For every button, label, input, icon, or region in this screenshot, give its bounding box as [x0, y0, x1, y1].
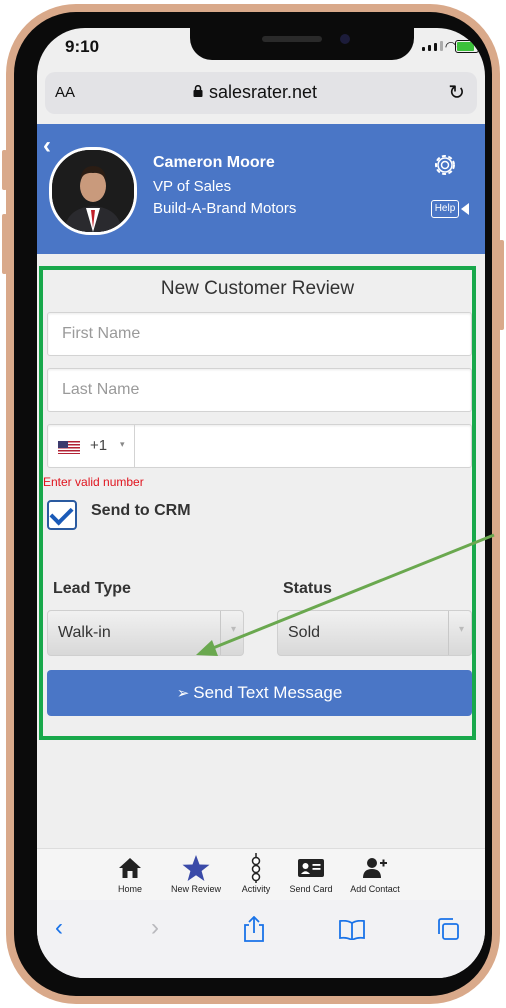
url-text: salesrater.net: [209, 82, 318, 102]
checkmark-icon: [49, 501, 74, 526]
send-to-crm-checkbox[interactable]: [47, 500, 77, 530]
lead-type-value: Walk-in: [58, 624, 111, 641]
profile-name: Cameron Moore: [153, 154, 275, 171]
lead-type-label: Lead Type: [53, 580, 131, 597]
phone-error: Enter valid number: [43, 475, 144, 489]
profile-photo: [52, 150, 134, 232]
reload-icon[interactable]: ↻: [448, 80, 465, 105]
status-time: 9:10: [65, 37, 100, 56]
first-name-placeholder: First Name: [62, 325, 141, 342]
form-title: New Customer Review: [160, 278, 355, 299]
tabs-icon[interactable]: [437, 918, 459, 940]
chevron-down-icon: ▾: [458, 624, 464, 635]
card-icon: [298, 859, 324, 877]
select-divider: [220, 611, 221, 655]
signal-icon: [422, 41, 443, 51]
avatar: [49, 147, 137, 235]
video-icon: [461, 203, 469, 215]
address-bar[interactable]: AA salesrater.net ↻: [45, 72, 477, 114]
nav-activity[interactable]: Activity: [233, 853, 279, 894]
bookmarks-icon[interactable]: [339, 920, 365, 940]
gear-icon[interactable]: [431, 151, 459, 179]
nav-label: Send Card: [289, 884, 333, 894]
star-icon: [182, 855, 210, 881]
browser-toolbar: ‹ ›: [37, 900, 485, 978]
chevron-down-icon: ▾: [230, 624, 236, 635]
nav-label: New Review: [170, 884, 221, 894]
lead-type-select[interactable]: Walk-in ▾: [47, 610, 244, 656]
nav-label: Home: [117, 884, 142, 894]
lock-icon: [193, 85, 203, 97]
profile-company: Build-A-Brand Motors: [153, 200, 297, 217]
profile-header: ‹ Cameron Moore VP of Sales Build-A-Bran…: [37, 124, 485, 254]
share-icon[interactable]: [243, 916, 265, 942]
select-divider: [448, 611, 449, 655]
back-icon[interactable]: ‹: [43, 132, 51, 160]
chevron-down-icon[interactable]: ▾: [120, 439, 125, 450]
nav-label: Add Contact: [350, 884, 400, 894]
country-code[interactable]: +1: [90, 437, 107, 454]
nav-add-contact[interactable]: Add Contact: [343, 853, 407, 894]
battery-icon: [455, 40, 479, 53]
nav-home[interactable]: Home: [99, 853, 161, 894]
phone-screen: 9:10 ◠ AA salesrater.net ↻ ‹ Cameron Moo…: [37, 28, 485, 978]
send-to-crm-label: Send to CRM: [91, 502, 191, 519]
back-button[interactable]: ‹: [55, 914, 63, 942]
help-button[interactable]: Help: [431, 200, 469, 218]
send-text-message-button[interactable]: ➢ Send Text Message: [47, 670, 472, 716]
speaker-grille: [262, 36, 322, 42]
phone-field[interactable]: +1 ▾: [47, 424, 472, 468]
us-flag-icon[interactable]: [58, 441, 80, 454]
status-label: Status: [283, 580, 332, 597]
side-button: [2, 150, 7, 190]
bottom-nav: Home New Review Activity Send Card Add C…: [37, 848, 485, 901]
home-icon: [119, 858, 141, 878]
status-value: Sold: [288, 624, 321, 641]
notch: [190, 28, 414, 60]
status-select[interactable]: Sold ▾: [277, 610, 472, 656]
send-button-label: Send Text Message: [193, 683, 343, 702]
side-button: [499, 240, 504, 330]
review-form: New Customer Review First Name Last Name…: [39, 266, 476, 740]
side-button: [2, 214, 7, 274]
first-name-field[interactable]: First Name: [47, 312, 472, 356]
help-label: Help: [431, 200, 459, 218]
nav-new-review[interactable]: New Review: [163, 853, 229, 894]
paper-plane-icon: ➢: [176, 685, 190, 702]
last-name-placeholder: Last Name: [62, 381, 140, 398]
field-divider: [134, 425, 135, 467]
profile-title: VP of Sales: [153, 178, 232, 195]
add-contact-icon: [363, 858, 387, 878]
nav-label: Activity: [241, 884, 271, 894]
camera-icon: [340, 34, 350, 44]
activity-icon: [251, 853, 261, 883]
nav-send-card[interactable]: Send Card: [281, 853, 341, 894]
forward-button[interactable]: ›: [151, 914, 159, 942]
last-name-field[interactable]: Last Name: [47, 368, 472, 412]
text-size-button[interactable]: AA: [55, 84, 75, 101]
